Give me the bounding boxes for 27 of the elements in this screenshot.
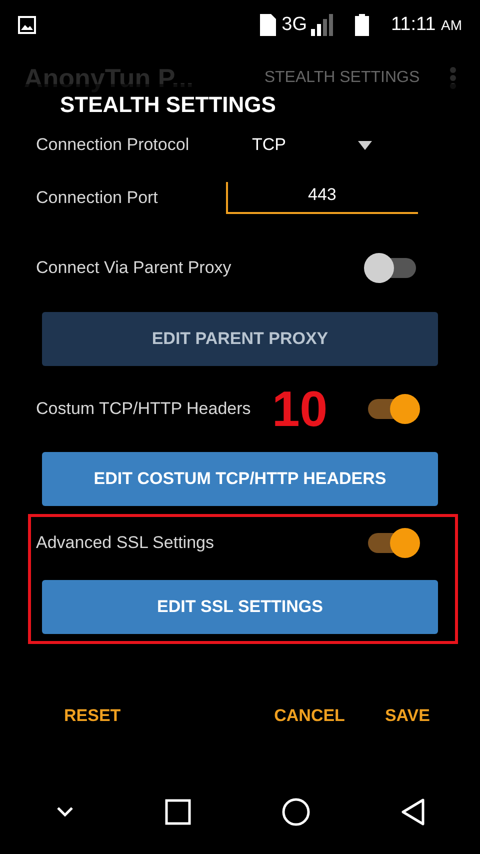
setting-label: Advanced SSL Settings (36, 532, 214, 554)
dialog-action[interactable]: CANCEL (274, 703, 345, 729)
port-input[interactable]: 443 (226, 182, 418, 214)
signal-icon (310, 14, 335, 36)
battery-icon (354, 14, 369, 36)
dialog-title: STEALTH SETTINGS (60, 92, 277, 118)
setting-label: Connect Via Parent Proxy (36, 257, 232, 280)
recents-icon[interactable] (164, 799, 190, 825)
image-icon (18, 16, 36, 34)
setting-label: Connection Port (36, 187, 159, 210)
chevron-down-icon[interactable] (56, 806, 74, 818)
edit-button[interactable]: EDIT SSL SETTINGS (42, 580, 438, 634)
tab-label: STEALTH SETTINGS (263, 68, 421, 88)
back-icon[interactable] (400, 798, 424, 826)
edit-button[interactable]: EDIT COSTUM TCP/HTTP HEADERS (42, 452, 438, 506)
more-icon (450, 67, 456, 89)
sim-icon (260, 14, 276, 36)
network-type: 3G (282, 12, 307, 37)
dialog-action[interactable]: RESET (64, 703, 121, 729)
dialog-action[interactable]: SAVE (384, 703, 430, 729)
clock: 11:11 AM (390, 12, 462, 37)
setting-label: Costum TCP/HTTP Headers (36, 398, 251, 420)
protocol-dropdown[interactable]: TCP (252, 132, 372, 158)
dropdown-arrow-icon (358, 140, 372, 150)
home-icon[interactable] (282, 798, 310, 826)
annotation-number: 10 (272, 384, 328, 434)
setting-label: Connection Protocol (36, 134, 190, 156)
